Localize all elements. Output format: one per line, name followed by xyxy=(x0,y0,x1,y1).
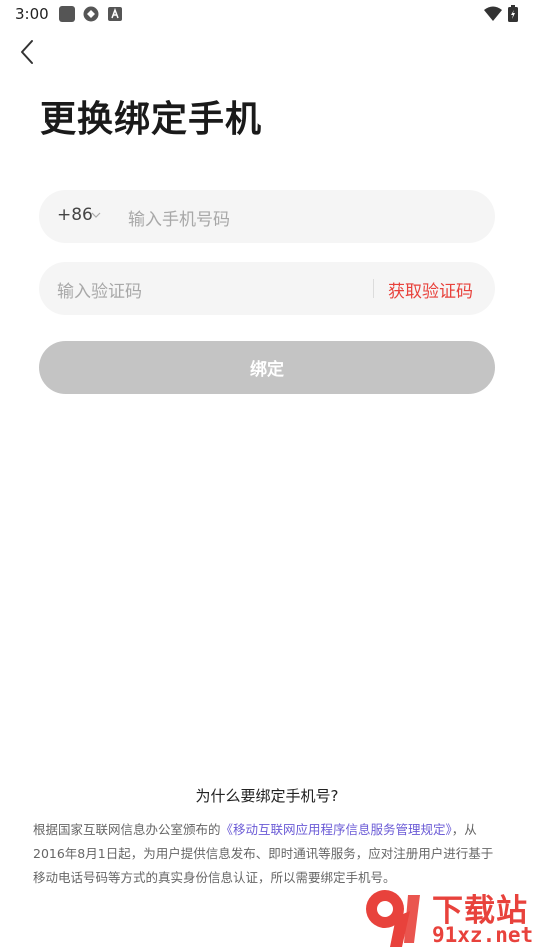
back-chevron-icon[interactable] xyxy=(14,38,42,66)
page-title: 更换绑定手机 xyxy=(40,99,263,140)
app-notification-icon xyxy=(59,6,75,22)
bind-button[interactable]: 绑定 xyxy=(39,341,495,394)
battery-icon xyxy=(508,5,518,22)
watermark-logo-icon xyxy=(366,890,420,947)
country-code-selector[interactable]: +86 xyxy=(57,205,93,225)
sync-notification-icon xyxy=(83,6,99,22)
regulation-link[interactable]: 《移动互联网应用程序信息服务管理规定》 xyxy=(221,822,452,837)
watermark: 下载站 91xz.net xyxy=(358,885,534,950)
phone-number-input[interactable]: 输入手机号码 xyxy=(128,205,230,230)
desc-prefix: 根据国家互联网信息办公室颁布的 xyxy=(33,822,221,837)
status-time: 3:00 xyxy=(15,5,49,23)
watermark-en-text: 91xz.net xyxy=(432,923,534,947)
chevron-down-icon[interactable] xyxy=(91,212,101,218)
bind-explanation: 根据国家互联网信息办公室颁布的《移动互联网应用程序信息服务管理规定》，从2016… xyxy=(33,818,503,890)
wifi-icon xyxy=(484,6,502,21)
verification-code-row: 输入验证码 获取验证码 xyxy=(39,262,495,315)
status-bar: 3:00 xyxy=(0,0,534,28)
phone-input-row: +86 输入手机号码 xyxy=(39,190,495,243)
verification-code-input[interactable]: 输入验证码 xyxy=(57,277,142,302)
divider xyxy=(373,279,374,298)
get-code-button[interactable]: 获取验证码 xyxy=(388,277,473,302)
a-notification-icon xyxy=(108,7,122,21)
why-bind-heading: 为什么要绑定手机号? xyxy=(195,787,339,805)
